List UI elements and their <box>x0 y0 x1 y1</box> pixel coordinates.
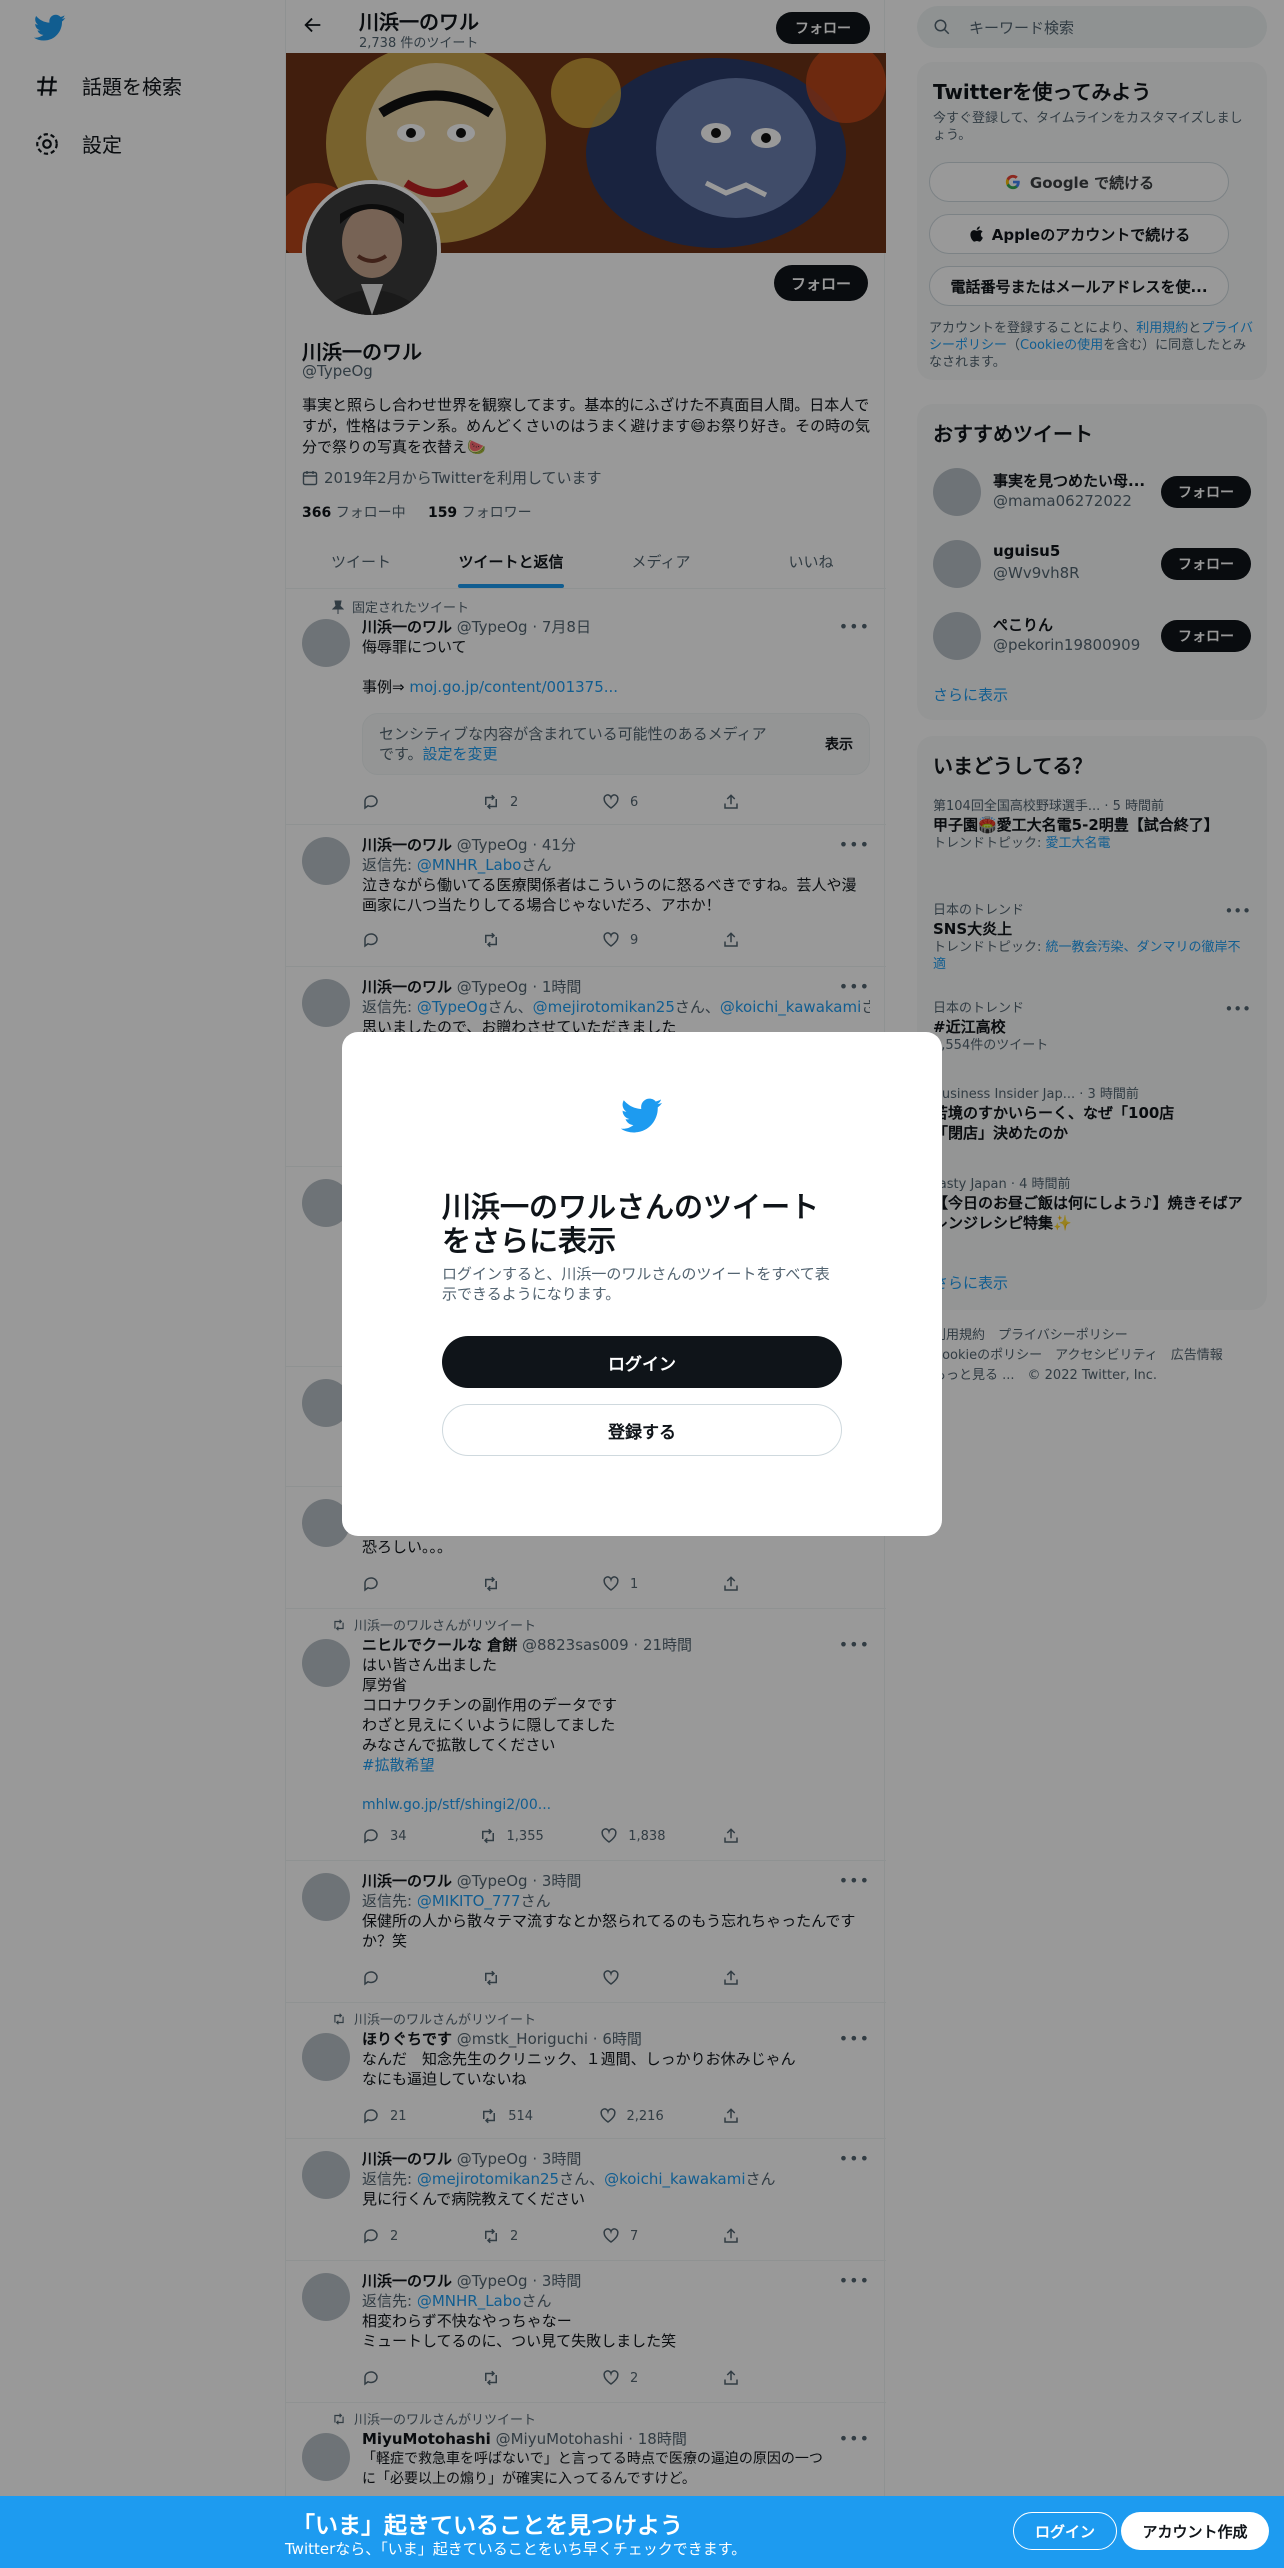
bottom-login-button[interactable]: ログイン <box>1013 2512 1117 2550</box>
bottom-signup-button[interactable]: アカウント作成 <box>1121 2512 1269 2550</box>
modal-title: 川浜一のワルさんのツイートをさらに表示 <box>442 1190 820 1258</box>
modal-signup-button[interactable]: 登録する <box>442 1404 842 1456</box>
twitter-logo-icon <box>621 1098 663 1133</box>
bottom-bar-title: 「いま」起きていることを見つけよう <box>292 2513 683 2539</box>
login-prompt-modal: 川浜一のワルさんのツイートをさらに表示 ログインすると、川浜一のワルさんのツイー… <box>342 1032 942 1536</box>
bottom-signup-bar: 「いま」起きていることを見つけよう Twitterなら、「いま」起きていることを… <box>0 2496 1284 2568</box>
bottom-bar-subtitle: Twitterなら、「いま」起きていることをいち早くチェックできます。 <box>285 2540 747 2558</box>
modal-login-button[interactable]: ログイン <box>442 1336 842 1388</box>
modal-subtitle: ログインすると、川浜一のワルさんのツイートをすべて表示できるようになります。 <box>442 1265 830 1303</box>
